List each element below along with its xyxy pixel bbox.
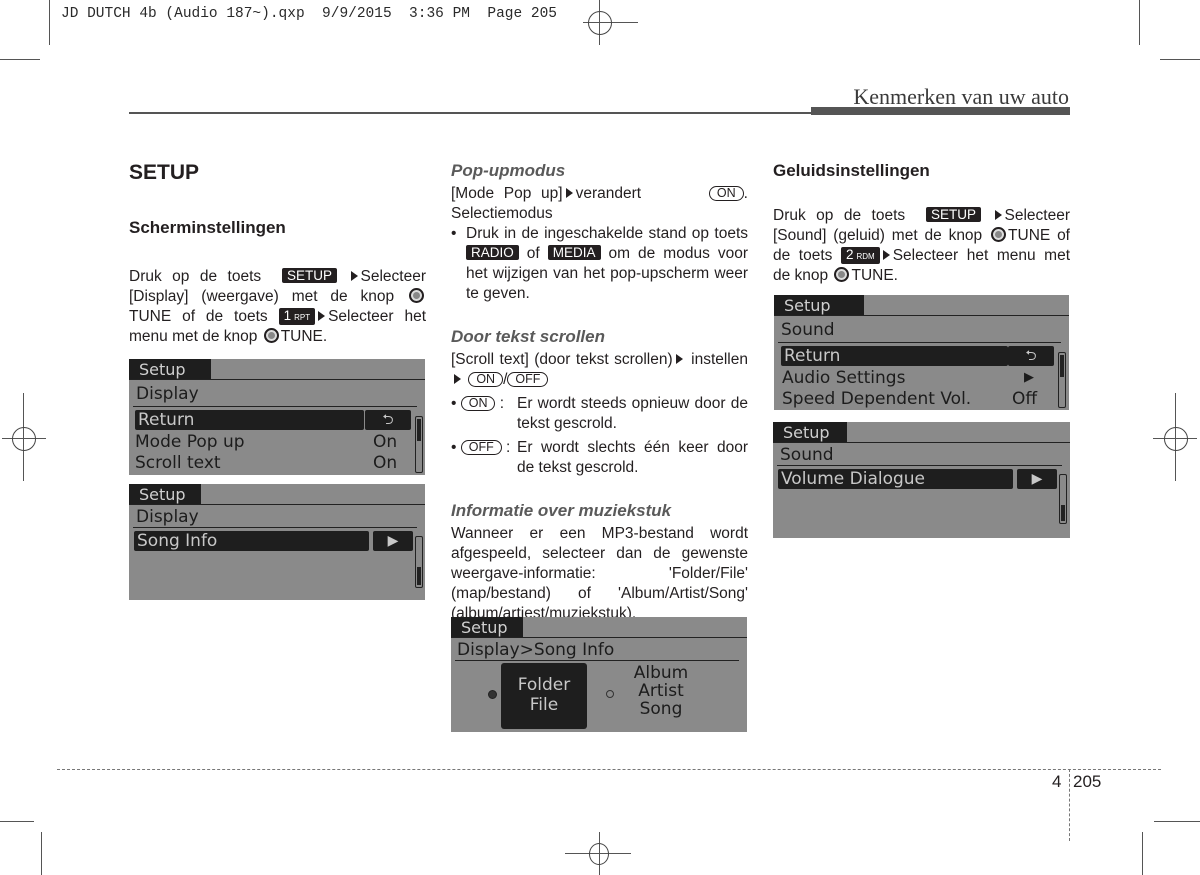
lcd-breadcrumb: Display bbox=[136, 384, 199, 404]
arrow-right-icon bbox=[318, 311, 326, 321]
lcd-row-value: On bbox=[373, 453, 398, 473]
subsection-title: Informatie over muziekstuk bbox=[451, 501, 672, 520]
printer-slug: JD DUTCH 4b (Audio 187~).qxp 9/9/2015 3:… bbox=[61, 6, 557, 22]
crop-mark bbox=[0, 59, 40, 60]
instruction-paragraph: Druk op de toets SETUP Selecteer [Displa… bbox=[129, 268, 427, 345]
off-label: OFF bbox=[507, 372, 549, 387]
lcd-screen-sound-menu: Setup Sound Return ⮌ Audio Settings ▶ Sp… bbox=[774, 295, 1069, 410]
option-folder-file: Folder File bbox=[501, 663, 587, 729]
section-title: SETUP bbox=[129, 161, 200, 184]
tune-knob-icon bbox=[409, 288, 424, 303]
column-display-options: Pop-upmodus [Mode Pop up] verandert ON. S… bbox=[451, 160, 748, 624]
page-number: 205 bbox=[1073, 772, 1102, 791]
lcd-breadcrumb: Display>Song Info bbox=[457, 640, 615, 660]
radio-key: RADIO bbox=[466, 245, 519, 260]
popup-paragraph: [Mode Pop up] verandert ON. Selectiemodus bbox=[451, 185, 748, 222]
return-icon: ⮌ bbox=[1008, 346, 1054, 366]
lcd-screen-song-info: Setup Display Song Info ▶ bbox=[129, 484, 425, 600]
arrow-right-icon bbox=[994, 210, 1002, 220]
info-paragraph: Wanneer er een MP3-bestand wordt afgespe… bbox=[451, 525, 748, 622]
header-rule bbox=[129, 112, 812, 114]
lcd-scrollbar bbox=[415, 416, 423, 473]
tune-knob-icon bbox=[263, 328, 279, 343]
on-label: ON bbox=[468, 372, 504, 387]
lcd-scrollbar bbox=[1059, 474, 1067, 524]
on-label: ON bbox=[708, 186, 744, 201]
lcd-breadcrumb: Sound bbox=[781, 320, 835, 340]
footer-divider bbox=[1069, 769, 1070, 841]
arrow-right-icon: ▶ bbox=[373, 531, 413, 551]
lcd-row-return: Return bbox=[781, 346, 1008, 366]
crop-mark bbox=[1142, 832, 1143, 875]
subsection-title: Geluidsinstellingen bbox=[773, 161, 930, 180]
crop-mark bbox=[1154, 821, 1200, 822]
lcd-tab: Setup bbox=[129, 484, 201, 505]
lcd-row-audio-settings: Audio Settings bbox=[782, 368, 906, 388]
lcd-screen-song-info-options: Setup Display>Song Info Folder File Albu… bbox=[451, 617, 747, 732]
radio-selected-icon bbox=[488, 690, 497, 699]
arrow-right-icon bbox=[675, 354, 683, 364]
rpt-key: 1 RPT bbox=[278, 308, 316, 325]
arrow-right-icon bbox=[454, 374, 461, 384]
lcd-row-speed-dependent-vol: Speed Dependent Vol. bbox=[782, 389, 972, 409]
chapter-number: 4 bbox=[1052, 772, 1062, 791]
crop-mark bbox=[0, 821, 34, 822]
lcd-row-value: On bbox=[373, 432, 398, 452]
column-setup-display: SETUP Scherminstellingen Druk op de toet… bbox=[129, 160, 426, 347]
tune-knob-icon bbox=[834, 267, 850, 282]
lcd-breadcrumb: Sound bbox=[780, 445, 834, 465]
lcd-row-scroll-text: Scroll text bbox=[135, 453, 221, 473]
scroll-paragraph: [Scroll text] (door tekst scrollen) inst… bbox=[451, 351, 748, 388]
subsection-title: Scherminstellingen bbox=[129, 218, 286, 237]
lcd-tab: Setup bbox=[773, 422, 847, 443]
setup-key: SETUP bbox=[282, 268, 338, 283]
return-icon: ⮌ bbox=[365, 410, 411, 430]
bullet-item: • Druk in de ingeschakelde stand op toet… bbox=[451, 225, 748, 302]
lcd-row-return: Return bbox=[135, 410, 364, 430]
arrow-right-icon bbox=[882, 250, 890, 260]
setup-key: SETUP bbox=[926, 207, 982, 222]
subsection-title: Door tekst scrollen bbox=[451, 327, 605, 346]
subsection-title: Pop-upmodus bbox=[451, 161, 566, 180]
crop-mark bbox=[1160, 59, 1200, 60]
lcd-row-mode-pop-up: Mode Pop up bbox=[135, 432, 245, 452]
radio-unselected-icon bbox=[606, 690, 614, 698]
lcd-tab: Setup bbox=[451, 617, 523, 638]
arrow-right-icon bbox=[350, 271, 358, 281]
crop-mark bbox=[49, 0, 50, 45]
instruction-paragraph: Druk op de toets SETUP Selecteer [Sound]… bbox=[773, 207, 1071, 284]
lcd-screen-volume-dialogue: Setup Sound Volume Dialogue ▶ bbox=[773, 422, 1070, 538]
header-bar bbox=[811, 107, 1070, 115]
definition-on: • ON : Er wordt steeds opnieuw door de t… bbox=[451, 395, 748, 432]
column-sound-settings: Geluidsinstellingen Druk op de toets SET… bbox=[773, 160, 1070, 286]
lcd-scrollbar bbox=[415, 536, 423, 588]
lcd-tab: Setup bbox=[774, 295, 864, 316]
option-album-artist-song: Album Artist Song bbox=[633, 663, 689, 719]
arrow-right-icon bbox=[565, 188, 573, 198]
lcd-scrollbar bbox=[1058, 352, 1066, 408]
lcd-screen-display-menu: Setup Display Return ⮌ Mode Pop up On Sc… bbox=[129, 359, 425, 475]
footer-rule bbox=[57, 769, 1161, 770]
arrow-right-icon: ▶ bbox=[1024, 370, 1034, 385]
tune-knob-icon bbox=[991, 227, 1007, 242]
lcd-breadcrumb: Display bbox=[136, 507, 199, 527]
crop-mark bbox=[1139, 0, 1140, 45]
crop-mark bbox=[41, 832, 42, 875]
rdm-key: 2 RDM bbox=[840, 247, 880, 264]
lcd-row-value: Off bbox=[1012, 389, 1038, 409]
arrow-right-icon: ▶ bbox=[1017, 469, 1057, 489]
lcd-tab: Setup bbox=[129, 359, 211, 380]
lcd-row-volume-dialogue: Volume Dialogue bbox=[778, 469, 1013, 489]
definition-off: • OFF : Er wordt slechts één keer door d… bbox=[451, 439, 748, 476]
media-key: MEDIA bbox=[547, 245, 601, 260]
lcd-row-song-info: Song Info bbox=[134, 531, 369, 551]
